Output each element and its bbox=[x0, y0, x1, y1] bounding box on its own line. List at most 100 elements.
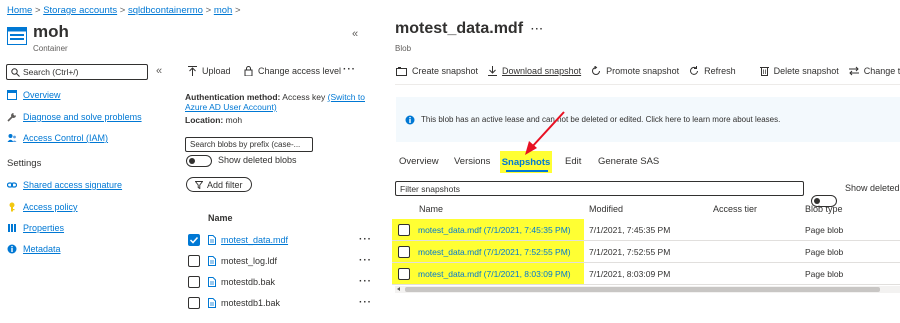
sidebar-item-label: Overview bbox=[23, 90, 61, 100]
breadcrumb-storage-accounts[interactable]: Storage accounts bbox=[43, 5, 117, 16]
sidebar-item-shared-access-signature[interactable]: Shared access signature bbox=[7, 180, 122, 190]
blob-more-button[interactable]: ··· bbox=[531, 24, 544, 35]
lease-notice[interactable]: This blob has an active lease and can no… bbox=[396, 97, 900, 142]
snapshots-column-name[interactable]: Name bbox=[419, 204, 443, 214]
annotation-arrow bbox=[525, 111, 565, 155]
snapshots-column-modified[interactable]: Modified bbox=[589, 204, 623, 214]
refresh-icon bbox=[689, 66, 699, 76]
sidebar-search-input[interactable]: Search (Ctrl+/) bbox=[6, 64, 148, 80]
switch-auth-link[interactable]: (Switch to bbox=[328, 92, 365, 102]
sidebar-item-metadata[interactable]: Metadata bbox=[7, 244, 61, 254]
collapse-container-button[interactable]: « bbox=[352, 28, 358, 40]
snapshot-modified: 7/1/2021, 7:52:55 PM bbox=[589, 247, 671, 257]
promote-snapshot-label: Promote snapshot bbox=[606, 66, 680, 76]
horizontal-scrollbar[interactable] bbox=[395, 286, 900, 293]
camera-icon bbox=[396, 66, 407, 76]
promote-snapshot-button[interactable]: Promote snapshot bbox=[591, 66, 679, 76]
add-filter-button[interactable]: Add filter bbox=[186, 177, 252, 192]
row-more-button[interactable]: ··· bbox=[359, 297, 372, 308]
change-tier-button[interactable]: Change tier bbox=[848, 66, 900, 76]
row-checkbox[interactable] bbox=[398, 224, 410, 236]
location: Location: moh bbox=[185, 115, 242, 125]
breadcrumb-separator: > bbox=[205, 5, 212, 16]
sidebar-item-label: Diagnose and solve problems bbox=[23, 112, 142, 122]
create-snapshot-button[interactable]: Create snapshot bbox=[396, 66, 478, 76]
snapshot-name-link[interactable]: motest_data.mdf (7/1/2021, 7:45:35 PM) bbox=[418, 225, 571, 235]
snapshot-name-link[interactable]: motest_data.mdf (7/1/2021, 8:03:09 PM) bbox=[418, 269, 571, 279]
sidebar-item-label: Access policy bbox=[23, 202, 78, 212]
refresh-button[interactable]: Refresh bbox=[689, 66, 736, 76]
row-checkbox[interactable] bbox=[188, 233, 200, 246]
breadcrumb-container[interactable]: moh bbox=[214, 5, 232, 16]
filter-snapshots-input[interactable]: Filter snapshots bbox=[395, 181, 804, 196]
snapshot-modified: 7/1/2021, 8:03:09 PM bbox=[589, 269, 671, 279]
row-checkbox[interactable] bbox=[188, 296, 200, 309]
collapse-sidebar-button[interactable]: « bbox=[156, 65, 162, 77]
tab-generate-sas[interactable]: Generate SAS bbox=[598, 156, 659, 167]
blob-name-link[interactable]: motest_data.mdf bbox=[221, 235, 288, 245]
container-icon bbox=[7, 27, 27, 45]
overview-icon bbox=[7, 90, 17, 100]
tab-versions[interactable]: Versions bbox=[454, 156, 490, 167]
delete-snapshot-button[interactable]: Delete snapshot bbox=[759, 66, 839, 76]
blob-list-row[interactable]: motest_data.mdf ··· bbox=[185, 231, 372, 248]
key-icon bbox=[7, 202, 17, 212]
search-icon bbox=[11, 67, 20, 77]
sidebar-item-access-policy[interactable]: Access policy bbox=[7, 202, 78, 212]
blob-title: motest_data.mdf bbox=[395, 20, 524, 37]
blob-name-link[interactable]: motestdb1.bak bbox=[221, 298, 280, 308]
scrollbar-thumb[interactable] bbox=[405, 287, 880, 292]
snapshot-modified: 7/1/2021, 7:45:35 PM bbox=[589, 225, 671, 235]
wrench-icon bbox=[7, 112, 17, 122]
snapshot-blob-type: Page blob bbox=[805, 247, 844, 257]
sidebar-item-label: Shared access signature bbox=[23, 180, 123, 190]
blob-search-input[interactable]: Search blobs by prefix (case-... bbox=[185, 137, 313, 152]
sidebar-item-properties[interactable]: Properties bbox=[7, 223, 64, 233]
lock-icon bbox=[244, 66, 253, 76]
switch-auth-link-cont[interactable]: Azure AD User Account) bbox=[185, 102, 277, 112]
change-access-level-button[interactable]: Change access level bbox=[244, 66, 341, 76]
row-more-button[interactable]: ··· bbox=[359, 276, 372, 287]
info-icon bbox=[7, 244, 17, 254]
container-subtitle: Container bbox=[33, 44, 68, 53]
download-icon bbox=[488, 66, 498, 76]
add-filter-label: Add filter bbox=[207, 179, 243, 190]
upload-button[interactable]: Upload bbox=[188, 66, 231, 76]
breadcrumb-home[interactable]: Home bbox=[7, 5, 32, 16]
snapshots-column-blob-type[interactable]: Blob type bbox=[805, 204, 843, 214]
scroll-left-icon[interactable] bbox=[397, 287, 400, 291]
blob-list-row[interactable]: motestdb1.bak ··· bbox=[185, 294, 372, 311]
container-more-button[interactable]: ··· bbox=[343, 64, 356, 75]
blob-search-placeholder: Search blobs by prefix (case-... bbox=[190, 140, 301, 149]
change-tier-label: Change tier bbox=[863, 66, 900, 76]
row-more-button[interactable]: ··· bbox=[359, 255, 372, 266]
delete-snapshot-label: Delete snapshot bbox=[773, 66, 839, 76]
download-snapshot-button[interactable]: Download snapshot bbox=[488, 66, 581, 76]
blob-list-row[interactable]: motest_log.ldf ··· bbox=[185, 252, 372, 269]
location-label: Location: bbox=[185, 115, 224, 125]
row-checkbox[interactable] bbox=[398, 246, 410, 258]
blob-name-link[interactable]: motestdb.bak bbox=[221, 277, 275, 287]
auth-method: Authentication method: Access key (Switc… bbox=[185, 92, 370, 112]
snapshots-column-access-tier[interactable]: Access tier bbox=[713, 204, 757, 214]
show-deleted-snapshots-label: Show deleted bbox=[845, 183, 900, 193]
row-checkbox[interactable] bbox=[188, 275, 200, 288]
breadcrumb-account[interactable]: sqldbcontainermo bbox=[128, 5, 203, 16]
auth-method-label: Authentication method: bbox=[185, 92, 281, 102]
download-snapshot-label: Download snapshot bbox=[502, 66, 582, 76]
snapshot-row[interactable]: motest_data.mdf (7/1/2021, 8:03:09 PM) 7… bbox=[392, 263, 900, 285]
snapshot-row[interactable]: motest_data.mdf (7/1/2021, 7:52:55 PM) 7… bbox=[392, 241, 900, 263]
row-checkbox[interactable] bbox=[188, 254, 200, 267]
row-checkbox[interactable] bbox=[398, 268, 410, 280]
show-deleted-blobs-toggle[interactable] bbox=[186, 155, 212, 167]
row-more-button[interactable]: ··· bbox=[359, 234, 372, 245]
blob-list-row[interactable]: motestdb.bak ··· bbox=[185, 273, 372, 290]
sidebar-item-overview[interactable]: Overview bbox=[7, 90, 61, 100]
file-icon bbox=[208, 276, 216, 287]
snapshot-row[interactable]: motest_data.mdf (7/1/2021, 7:45:35 PM) 7… bbox=[392, 219, 900, 241]
sidebar-item-iam[interactable]: Access Control (IAM) bbox=[7, 133, 108, 143]
blob-name-link[interactable]: motest_log.ldf bbox=[221, 256, 277, 266]
snapshot-name-link[interactable]: motest_data.mdf (7/1/2021, 7:52:55 PM) bbox=[418, 247, 571, 257]
tab-overview[interactable]: Overview bbox=[399, 156, 439, 167]
sidebar-item-diagnose[interactable]: Diagnose and solve problems bbox=[7, 112, 142, 122]
